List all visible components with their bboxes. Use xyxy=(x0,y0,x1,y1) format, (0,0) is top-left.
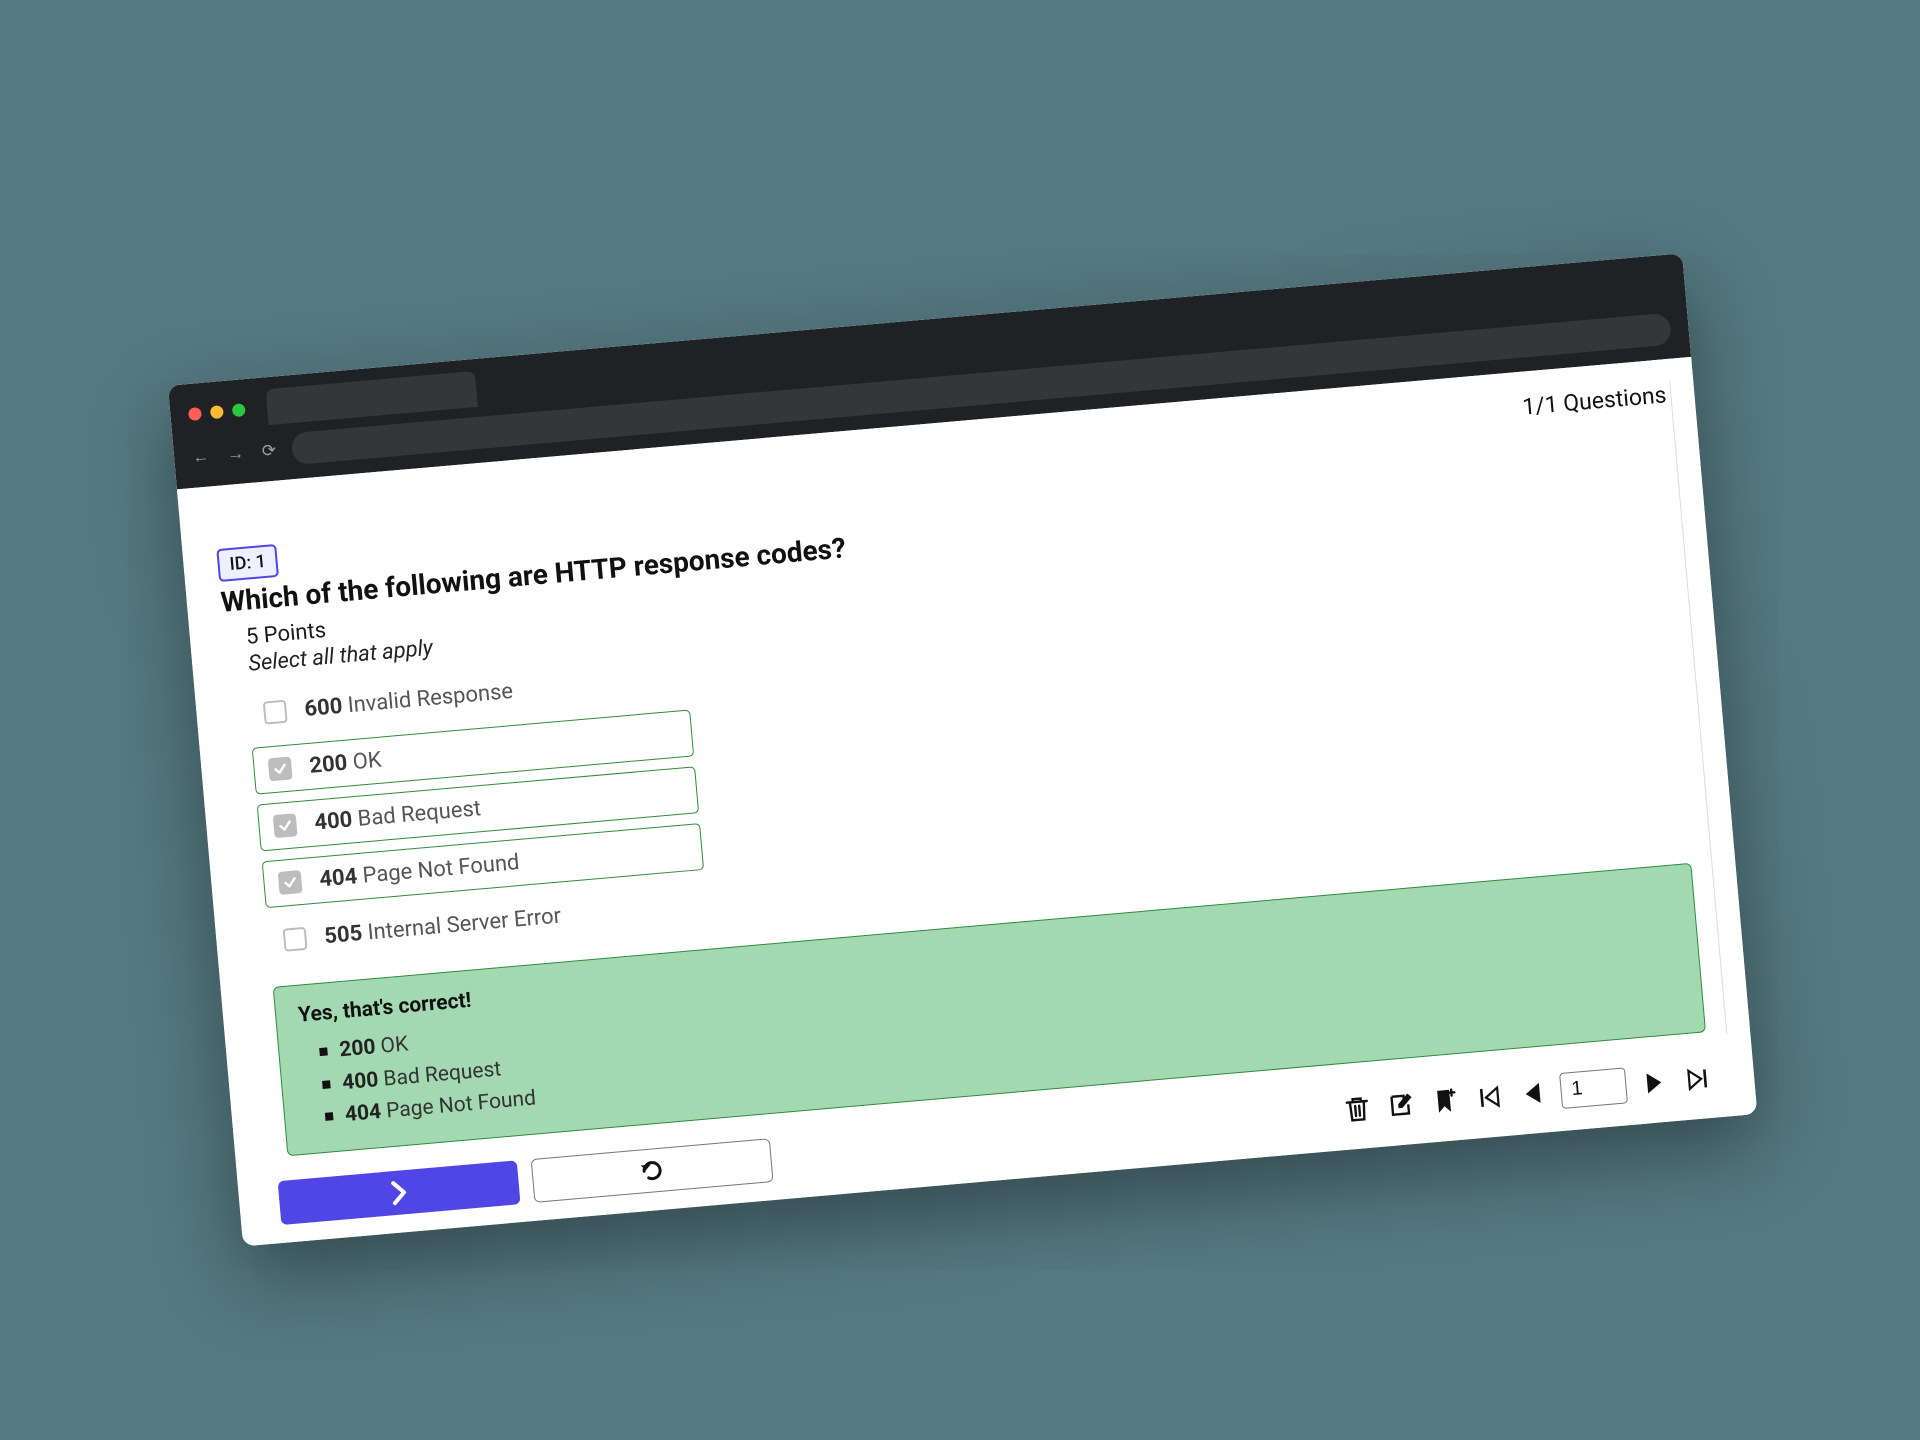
question-id-badge: ID: 1 xyxy=(216,544,279,582)
check-icon xyxy=(277,818,293,834)
answer-code: 505 xyxy=(323,921,363,949)
triangle-right-icon xyxy=(1642,1069,1666,1097)
next-page-button[interactable] xyxy=(1637,1065,1672,1100)
submit-button[interactable] xyxy=(278,1160,521,1225)
answer-label: 505 Internal Server Error xyxy=(323,904,562,950)
bookmark-button[interactable] xyxy=(1428,1084,1463,1119)
window-close-button[interactable] xyxy=(188,407,202,421)
answer-label: 600 Invalid Response xyxy=(304,679,515,722)
answer-code: 600 xyxy=(304,694,344,722)
answer-label: 404 Page Not Found xyxy=(318,850,520,892)
answer-label: 400 Bad Request xyxy=(313,796,481,835)
browser-back-button[interactable]: ← xyxy=(191,447,210,468)
question-area: ID: 1 Which of the following are HTTP re… xyxy=(210,422,1728,1226)
toolbar-icons xyxy=(1340,1060,1716,1128)
answer-code: 200 xyxy=(308,751,348,779)
last-page-button[interactable] xyxy=(1681,1062,1716,1097)
window-maximize-button[interactable] xyxy=(232,403,246,417)
triangle-left-icon xyxy=(1521,1079,1545,1107)
edit-icon xyxy=(1386,1090,1416,1120)
browser-nav-controls: ← → ⟳ xyxy=(191,441,277,468)
browser-reload-button[interactable]: ⟳ xyxy=(261,441,277,462)
check-icon xyxy=(272,761,288,777)
skip-forward-icon xyxy=(1684,1065,1712,1093)
answer-checkbox[interactable] xyxy=(278,870,303,895)
feedback-code: 200 xyxy=(338,1035,376,1062)
page-number-input[interactable] xyxy=(1559,1067,1628,1109)
feedback-code: 404 xyxy=(344,1100,382,1127)
questions-counter: 1/1 Questions xyxy=(1521,381,1667,420)
bookmark-add-icon xyxy=(1431,1086,1459,1116)
window-minimize-button[interactable] xyxy=(210,405,224,419)
window-controls xyxy=(188,403,246,421)
answer-label: 200 OK xyxy=(308,748,382,779)
reset-button[interactable] xyxy=(531,1138,774,1203)
answer-code: 404 xyxy=(318,864,358,892)
page-content: 1/1 Questions ID: 1 Which of the followi… xyxy=(177,357,1757,1246)
answer-code: 400 xyxy=(313,808,353,836)
feedback-code: 400 xyxy=(341,1068,379,1095)
skip-back-icon xyxy=(1475,1083,1503,1111)
answer-checkbox[interactable] xyxy=(283,927,308,952)
first-page-button[interactable] xyxy=(1472,1080,1507,1115)
answer-checkbox[interactable] xyxy=(268,757,293,782)
answer-checkbox[interactable] xyxy=(263,700,288,725)
edit-button[interactable] xyxy=(1384,1087,1419,1122)
check-icon xyxy=(282,875,298,891)
answer-checkbox[interactable] xyxy=(273,813,298,838)
trash-icon xyxy=(1343,1094,1371,1124)
browser-window: ← → ⟳ 1/1 Questions ID: 1 Which of the f… xyxy=(168,253,1757,1246)
prev-page-button[interactable] xyxy=(1515,1076,1550,1111)
browser-forward-button[interactable]: → xyxy=(226,444,245,465)
undo-icon xyxy=(637,1155,667,1185)
delete-button[interactable] xyxy=(1340,1091,1375,1126)
chevron-right-icon xyxy=(389,1178,409,1207)
